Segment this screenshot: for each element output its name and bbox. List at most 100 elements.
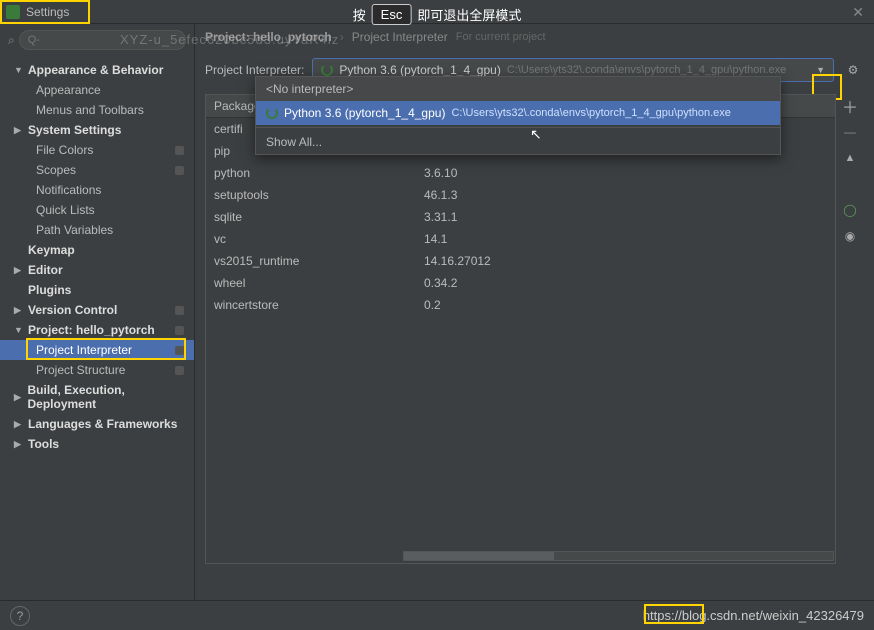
add-package-button[interactable]: ＋ <box>840 96 860 116</box>
breadcrumb-note: For current project <box>456 31 546 43</box>
sidebar-item-system-settings[interactable]: ▶ System Settings <box>0 120 194 140</box>
sidebar-item-label: Build, Execution, Deployment <box>27 383 188 411</box>
no-interpreter-item[interactable]: <No interpreter> <box>256 77 780 101</box>
table-row[interactable]: vc14.1 <box>206 228 835 250</box>
arrow-icon: ▶ <box>14 125 24 136</box>
cell-version: 14.16.27012 <box>416 252 835 270</box>
project-badge-icon <box>175 166 184 175</box>
package-toolbar: ＋ － ▲ ◯ ◉ <box>836 94 864 564</box>
sidebar-item-build-execution-deployment[interactable]: ▶ Build, Execution, Deployment <box>0 380 194 414</box>
interpreter-item-selected[interactable]: Python 3.6 (pytorch_1_4_gpu) C:\Users\yt… <box>256 101 780 125</box>
sidebar-item-label: Project Structure <box>36 363 125 377</box>
sidebar-item-label: Path Variables <box>36 223 113 237</box>
sidebar-item-languages-frameworks[interactable]: ▶Languages & Frameworks <box>0 414 194 434</box>
sidebar-item-version-control[interactable]: ▶ Version Control <box>0 300 194 320</box>
table-row[interactable]: vs2015_runtime14.16.27012 <box>206 250 835 272</box>
cell-name: wheel <box>206 274 416 292</box>
table-row[interactable]: python3.6.10 <box>206 162 835 184</box>
cell-name: vs2015_runtime <box>206 252 416 270</box>
gear-icon[interactable]: ⚙ <box>842 59 864 81</box>
search-icon: ⌕ <box>8 33 15 48</box>
help-button[interactable]: ? <box>10 606 30 626</box>
sidebar-item-label: Editor <box>28 263 63 277</box>
sidebar-item-keymap[interactable]: Keymap <box>0 240 194 260</box>
show-all-item[interactable]: Show All... <box>256 130 780 154</box>
horizontal-scrollbar[interactable] <box>403 550 834 562</box>
dropdown-path: C:\Users\yts32\.conda\envs\pytorch_1_4_g… <box>451 107 730 119</box>
sidebar-item-quick-lists[interactable]: Quick Lists <box>0 200 194 220</box>
sidebar-item-tools[interactable]: ▶ Tools <box>0 434 194 454</box>
cell-name: vc <box>206 230 416 248</box>
arrow-icon: ▶ <box>14 265 24 276</box>
cell-version: 3.31.1 <box>416 208 835 226</box>
menu-separator <box>256 127 780 128</box>
sidebar-item-label: Notifications <box>36 183 101 197</box>
sidebar-item-menus-and-toolbars[interactable]: Menus and Toolbars <box>0 100 194 120</box>
interpreter-version: Python 3.6 (pytorch_1_4_gpu) <box>339 63 500 77</box>
sidebar-item-notifications[interactable]: Notifications <box>0 180 194 200</box>
spinner-icon <box>321 64 333 76</box>
app-icon <box>6 5 20 19</box>
sidebar-item-path-variables[interactable]: Path Variables <box>0 220 194 240</box>
interpreter-label: Project Interpreter: <box>205 63 304 77</box>
sidebar-item-project-structure[interactable]: Project Structure <box>0 360 194 380</box>
hint-post: 即可退出全屏模式 <box>417 5 521 24</box>
hint-pre: 按 <box>353 5 366 24</box>
sidebar-item-label: Version Control <box>28 303 117 317</box>
conda-mode-icon[interactable]: ◯ <box>840 200 860 220</box>
sidebar-item-label: System Settings <box>28 123 121 137</box>
table-row[interactable]: wincertstore0.2 <box>206 294 835 316</box>
close-icon[interactable]: ✕ <box>852 4 864 21</box>
sidebar-item-label: Project Interpreter <box>36 343 132 357</box>
table-row[interactable]: setuptools46.1.3 <box>206 184 835 206</box>
sidebar-item-label: Quick Lists <box>36 203 95 217</box>
package-table: Package certifipippython3.6.10setuptools… <box>205 94 836 564</box>
cell-version: 0.34.2 <box>416 274 835 292</box>
window-title: Settings <box>26 5 69 19</box>
cell-version: 14.1 <box>416 230 835 248</box>
show-early-icon[interactable]: ◉ <box>840 226 860 246</box>
remove-package-button[interactable]: － <box>840 122 860 142</box>
sidebar-item-file-colors[interactable]: File Colors <box>0 140 194 160</box>
sidebar-item-appearance[interactable]: Appearance <box>0 80 194 100</box>
sidebar-item-label: Keymap <box>28 243 75 257</box>
sidebar-item-label: Menus and Toolbars <box>36 103 144 117</box>
sidebar-item-label: Plugins <box>28 283 71 297</box>
arrow-icon: ▶ <box>14 392 23 403</box>
table-row[interactable]: sqlite3.31.1 <box>206 206 835 228</box>
sidebar-item-label: File Colors <box>36 143 93 157</box>
sidebar-item-scopes[interactable]: Scopes <box>0 160 194 180</box>
settings-tree: ▼ Appearance & Behavior Appearance Menus an… <box>0 56 194 458</box>
cell-version: 3.6.10 <box>416 164 835 182</box>
project-badge-icon <box>175 146 184 155</box>
sidebar-item-label: Appearance <box>36 83 101 97</box>
arrow-icon: ▶ <box>14 439 24 450</box>
sidebar-item-project-interpreter[interactable]: Project Interpreter <box>0 340 194 360</box>
table-row[interactable]: wheel0.34.2 <box>206 272 835 294</box>
sidebar-item-label: Languages & Frameworks <box>28 417 177 431</box>
cell-name: setuptools <box>206 186 416 204</box>
arrow-icon: ▶ <box>14 305 24 316</box>
show-all-label: Show All... <box>266 135 322 149</box>
project-badge-icon <box>175 346 184 355</box>
arrow-icon: ▼ <box>14 65 24 75</box>
sidebar-item-label: Appearance & Behavior <box>28 63 163 77</box>
project-badge-icon <box>175 306 184 315</box>
chevron-right-icon: › <box>340 30 344 44</box>
arrow-icon: ▼ <box>14 325 24 335</box>
breadcrumb-leaf: Project Interpreter <box>352 30 448 44</box>
footer: ? https://blog.csdn.net/weixin_42326479 <box>0 600 874 630</box>
chevron-down-icon: ▼ <box>816 65 825 75</box>
source-url: https://blog.csdn.net/weixin_42326479 <box>643 608 864 623</box>
sidebar-item-plugins[interactable]: Plugins <box>0 280 194 300</box>
sidebar-item-appearance-behavior[interactable]: ▼ Appearance & Behavior <box>0 60 194 80</box>
sidebar-item-project-hello-pytorch[interactable]: ▼Project: hello_pytorch <box>0 320 194 340</box>
watermark: XYZ-u_5efec620bc5d3.uyYaR4lz <box>120 32 339 47</box>
sidebar: ⌕ ▼ Appearance & Behavior Appearance Menus … <box>0 24 195 600</box>
sidebar-item-label: Tools <box>28 437 59 451</box>
dropdown-version: Python 3.6 (pytorch_1_4_gpu) <box>284 106 445 120</box>
project-badge-icon <box>175 366 184 375</box>
sidebar-item-editor[interactable]: ▶ Editor <box>0 260 194 280</box>
upgrade-package-button[interactable]: ▲ <box>840 148 860 168</box>
cell-version: 0.2 <box>416 296 835 314</box>
